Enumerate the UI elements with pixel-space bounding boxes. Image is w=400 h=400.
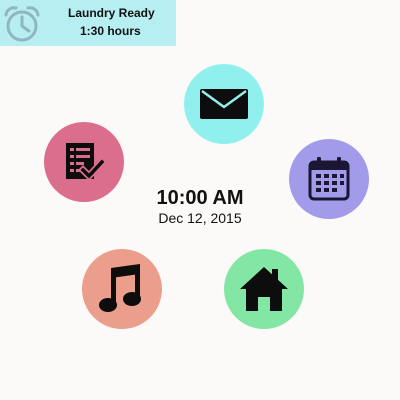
clock-time: 10:00 AM [156,187,244,209]
clock-date: Dec 12, 2015 [158,210,242,226]
checklist-icon [64,141,104,183]
calendar-app-button[interactable] [289,139,369,219]
calendar-icon [307,156,351,202]
notification-title: Laundry Ready [68,6,155,20]
home-app-button[interactable] [224,249,304,329]
mail-app-button[interactable] [184,64,264,144]
notification-banner[interactable]: Laundry Ready 1:30 hours [0,0,176,46]
music-note-icon [97,264,147,314]
music-app-button[interactable] [82,249,162,329]
envelope-icon [198,87,250,121]
clock-display: 10:00 AM Dec 12, 2015 [140,186,260,226]
home-screen: Laundry Ready 1:30 hours 10:00 AM Dec 12… [0,0,400,400]
notification-subtitle: 1:30 hours [80,24,141,38]
tasks-app-button[interactable] [44,122,124,202]
house-icon [238,265,290,313]
alarm-clock-icon [2,4,42,44]
